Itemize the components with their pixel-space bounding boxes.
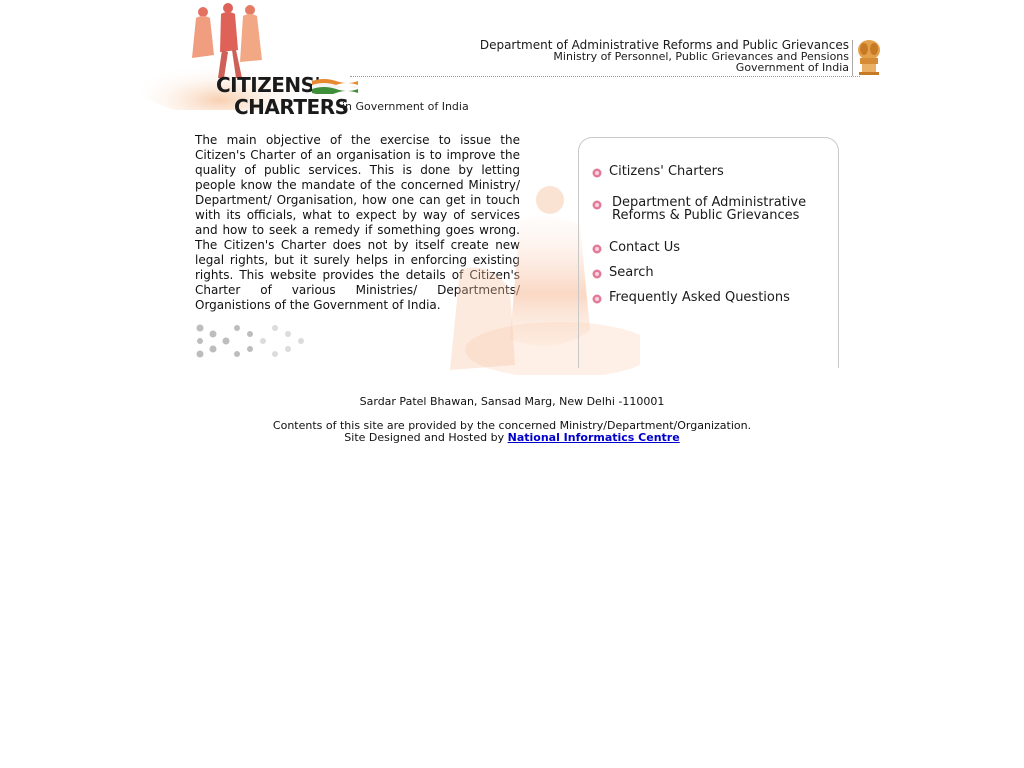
pink-flower-bullet-icon bbox=[592, 269, 602, 279]
indian-flag-icon bbox=[312, 79, 358, 94]
logo-line-charters: CHARTERS bbox=[234, 95, 349, 119]
menu-label-department-line2: Reforms & Public Grievances bbox=[612, 208, 800, 223]
logo-subtitle: in Government of India bbox=[342, 100, 469, 113]
footer-hosted-by: Site Designed and Hosted by National Inf… bbox=[0, 431, 1024, 444]
national-emblem-icon bbox=[858, 40, 880, 75]
menu-label-citizens-charters: Citizens' Charters bbox=[609, 164, 724, 179]
footer-hosted-prefix: Site Designed and Hosted by bbox=[344, 431, 505, 444]
nic-link[interactable]: National Informatics Centre bbox=[508, 431, 680, 444]
pink-flower-bullet-icon bbox=[592, 168, 602, 178]
header-separator bbox=[852, 40, 853, 76]
menu-label-search: Search bbox=[609, 265, 654, 280]
header-divider bbox=[350, 76, 860, 77]
pink-flower-bullet-icon bbox=[592, 244, 602, 254]
pink-flower-bullet-icon bbox=[592, 294, 602, 304]
menu-label-contact-us: Contact Us bbox=[609, 240, 680, 255]
menu-label-faq: Frequently Asked Questions bbox=[609, 290, 790, 305]
pink-flower-bullet-icon bbox=[592, 200, 602, 210]
footer-address: Sardar Patel Bhawan, Sansad Marg, New De… bbox=[359, 395, 665, 408]
government-title: Government of India bbox=[735, 61, 849, 74]
decorative-dots bbox=[196, 324, 304, 358]
department-header: Department of Administrative Reforms and… bbox=[480, 39, 849, 74]
